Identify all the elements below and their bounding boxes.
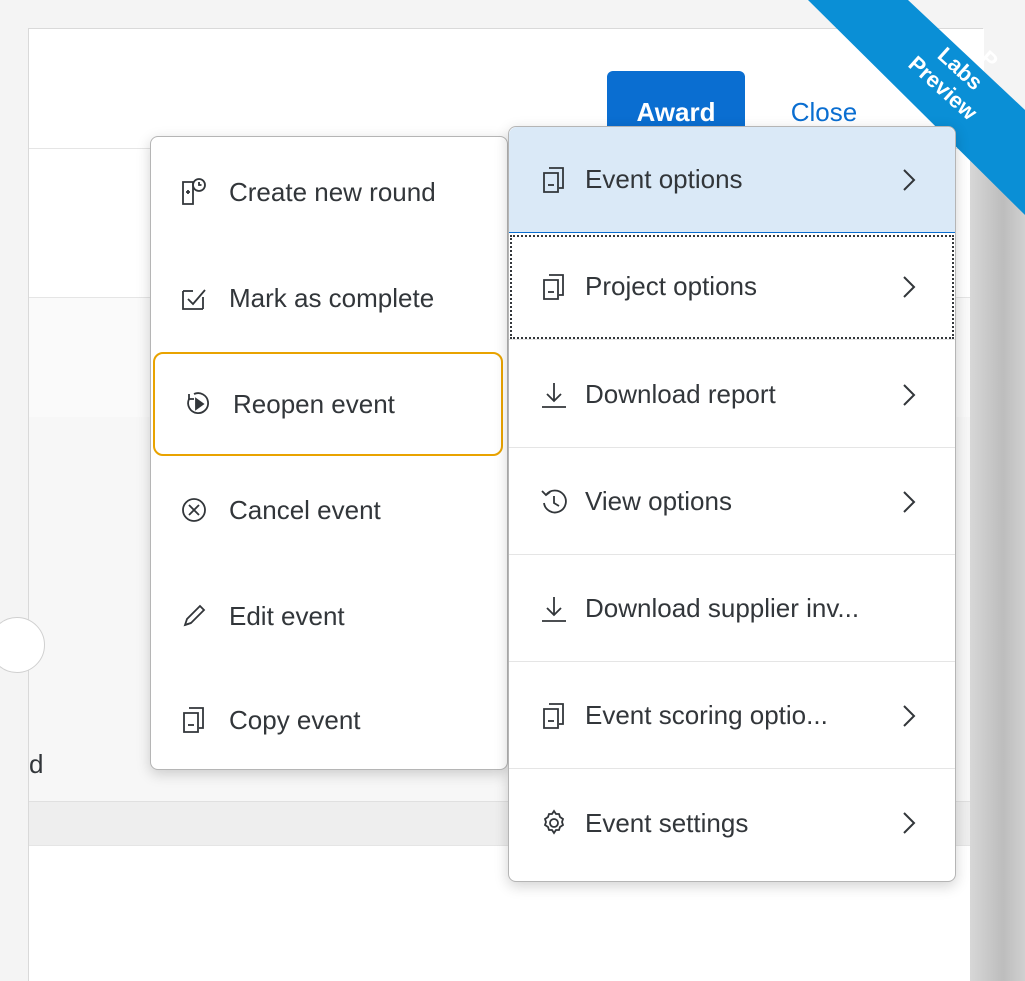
menu-item-event-scoring-options[interactable]: Event scoring optio... <box>509 663 955 769</box>
reopen-icon <box>181 387 215 421</box>
menu-item-label: Mark as complete <box>229 282 435 313</box>
menu-item-label: Event options <box>585 164 743 194</box>
new-round-icon <box>177 175 211 209</box>
chevron-right-icon <box>897 380 921 410</box>
actions-menu: Event options Project options Download r… <box>508 126 956 882</box>
partial-label: d <box>29 749 44 779</box>
menu-item-label: Reopen event <box>233 388 395 419</box>
menu-item-mark-as-complete[interactable]: Mark as complete <box>151 245 507 351</box>
chevron-right-icon <box>897 272 921 302</box>
menu-item-label: Edit event <box>229 600 345 631</box>
menu-item-reopen-event[interactable]: Reopen event <box>153 352 503 456</box>
menu-item-label: View options <box>585 486 732 516</box>
checkbox-icon <box>177 281 211 315</box>
menu-item-create-new-round[interactable]: Create new round <box>151 139 507 245</box>
menu-item-label: Cancel event <box>229 494 381 525</box>
copy-icon <box>537 699 571 733</box>
menu-item-label: Copy event <box>229 704 361 735</box>
menu-item-project-options[interactable]: Project options <box>509 234 955 340</box>
menu-item-label: Project options <box>585 271 757 301</box>
menu-item-event-settings[interactable]: Event settings <box>509 770 955 876</box>
chevron-right-icon <box>897 487 921 517</box>
menu-item-label: Download supplier inv... <box>585 593 860 623</box>
download-icon <box>537 378 571 412</box>
pencil-icon <box>177 599 211 633</box>
menu-item-label: Event scoring optio... <box>585 700 828 730</box>
menu-item-event-options[interactable]: Event options <box>509 127 955 233</box>
cancel-icon <box>177 493 211 527</box>
menu-item-cancel-event[interactable]: Cancel event <box>151 457 507 563</box>
menu-item-download-supplier-inv[interactable]: Download supplier inv... <box>509 556 955 662</box>
menu-item-download-report[interactable]: Download report <box>509 342 955 448</box>
gear-icon <box>537 806 571 840</box>
download-icon <box>537 592 571 626</box>
event-options-submenu: Create new round Mark as complete Reopen… <box>150 136 508 770</box>
chevron-right-icon <box>897 701 921 731</box>
menu-item-label: Event settings <box>585 807 749 838</box>
chevron-right-icon <box>897 808 921 838</box>
menu-item-copy-event[interactable]: Copy event <box>151 667 507 773</box>
history-icon <box>537 485 571 519</box>
menu-item-label: Create new round <box>229 176 436 207</box>
menu-item-edit-event[interactable]: Edit event <box>151 563 507 669</box>
menu-item-view-options[interactable]: View options <box>509 449 955 555</box>
copy-icon <box>177 703 211 737</box>
menu-item-label: Download report <box>585 379 776 409</box>
copy-icon <box>537 270 571 304</box>
chevron-right-icon <box>897 165 921 195</box>
copy-icon <box>537 163 571 197</box>
scrollbar[interactable] <box>970 120 1025 981</box>
